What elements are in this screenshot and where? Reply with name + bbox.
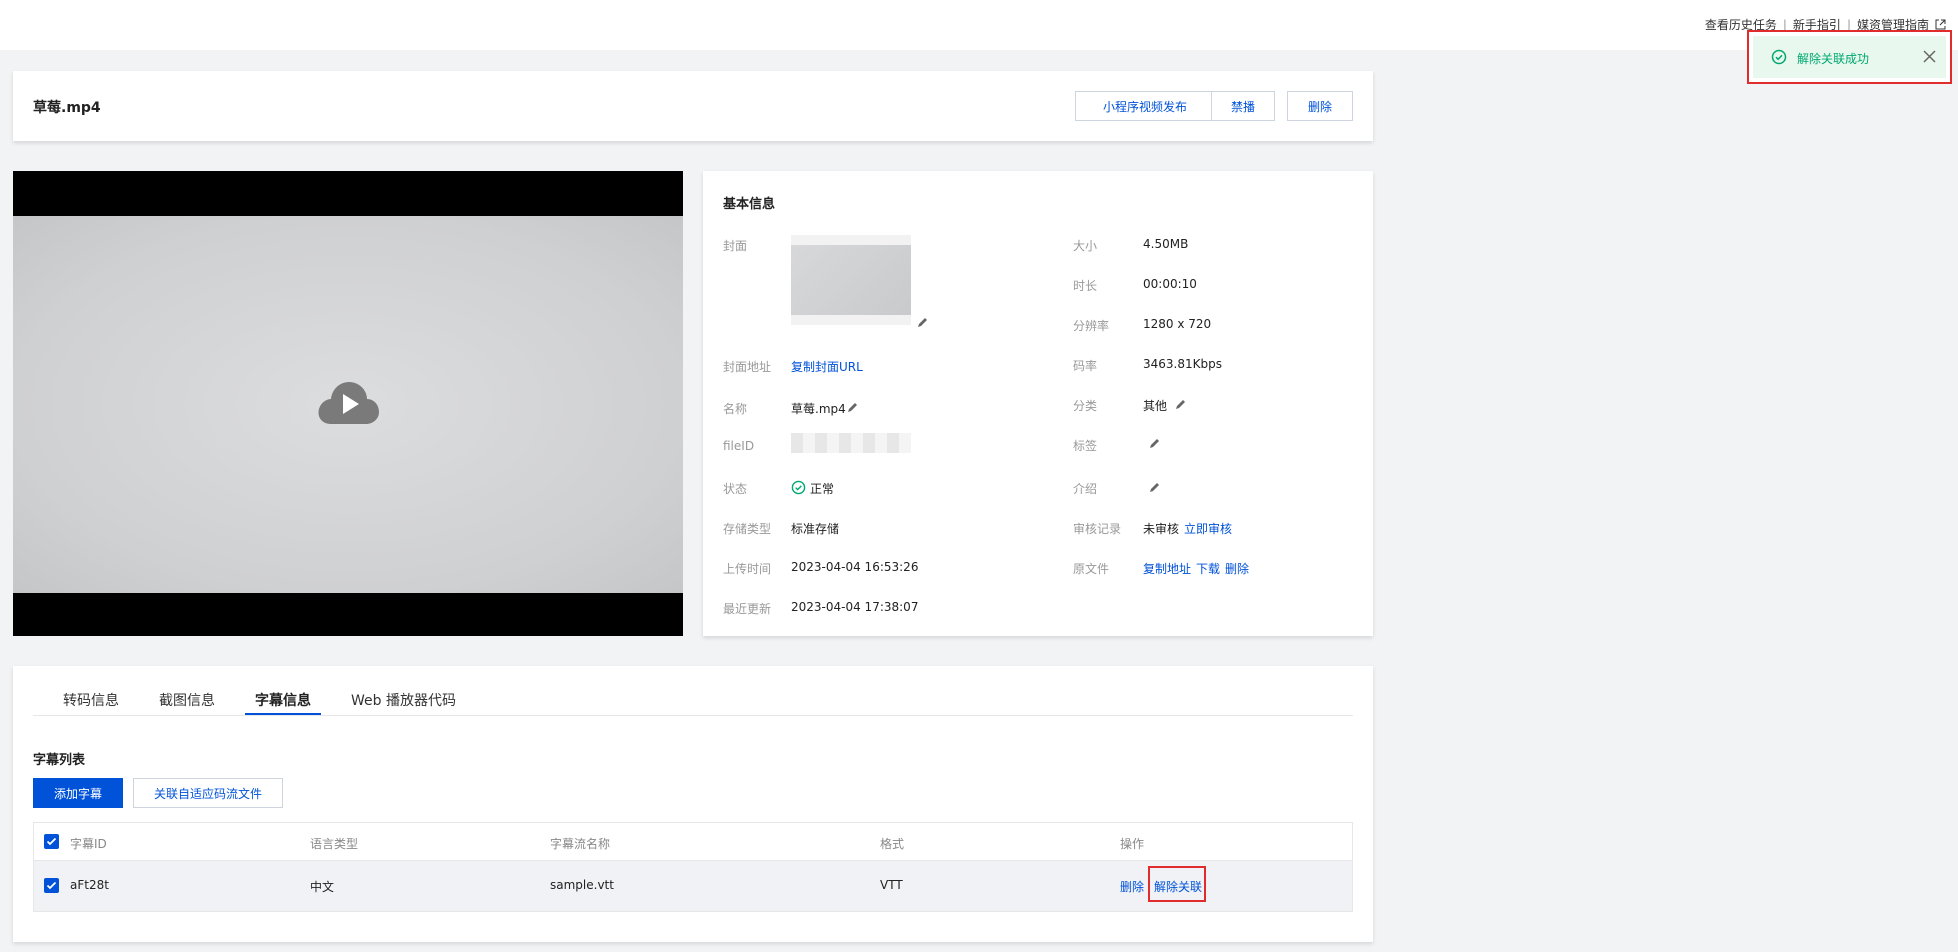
resolution-value: 1280 x 720 xyxy=(1143,317,1212,331)
bitrate-label: 码率 xyxy=(1073,359,1098,373)
upload-time-label: 上传时间 xyxy=(723,562,772,576)
column-header-actions: 操作 xyxy=(1120,837,1145,851)
stream-name-cell: sample.vtt xyxy=(550,878,614,892)
name-label: 名称 xyxy=(723,402,748,416)
toast-message: 解除关联成功 xyxy=(1797,52,1870,66)
column-header-subtitle-id: 字幕ID xyxy=(70,837,107,851)
status-value: 正常 xyxy=(810,482,835,496)
status-ok-icon xyxy=(791,480,806,495)
tabs-card: 转码信息 截图信息 字幕信息 Web 播放器代码 字幕列表 添加字幕 关联自适应… xyxy=(13,666,1373,942)
edit-name-icon[interactable] xyxy=(847,401,859,413)
bitrate-value: 3463.81Kbps xyxy=(1143,357,1222,371)
tab-web-player-code[interactable]: Web 播放器代码 xyxy=(351,690,456,710)
copy-source-link[interactable]: 复制地址 xyxy=(1143,560,1191,577)
tab-snapshot[interactable]: 截图信息 xyxy=(159,690,215,710)
name-value: 草莓.mp4 xyxy=(791,402,846,416)
toast-body: 解除关联成功 xyxy=(1753,36,1946,78)
check-circle-icon xyxy=(1771,49,1787,65)
status-label: 状态 xyxy=(723,482,748,496)
basic-info-title: 基本信息 xyxy=(723,197,776,212)
review-now-link[interactable]: 立即审核 xyxy=(1184,520,1232,537)
row-checkbox[interactable] xyxy=(44,878,59,893)
success-toast: 解除关联成功 xyxy=(1747,30,1952,84)
category-value: 其他 xyxy=(1143,399,1168,413)
table-header: 字幕ID 语言类型 字幕流名称 格式 操作 xyxy=(34,823,1352,861)
delete-subtitle-link[interactable]: 删除 xyxy=(1120,878,1144,895)
delete-media-button[interactable]: 删除 xyxy=(1287,91,1353,121)
add-subtitle-button[interactable]: 添加字幕 xyxy=(33,778,123,808)
media-header-card: 草莓.mp4 小程序视频发布 禁播 删除 xyxy=(13,71,1373,141)
subtitle-table: 字幕ID 语言类型 字幕流名称 格式 操作 aFt28t 中文 sample.v… xyxy=(33,822,1353,912)
download-source-link[interactable]: 下载 xyxy=(1196,560,1220,577)
ban-play-button[interactable]: 禁播 xyxy=(1211,91,1275,121)
tab-transcode[interactable]: 转码信息 xyxy=(63,690,119,710)
resolution-label: 分辨率 xyxy=(1073,319,1110,333)
last-update-label: 最近更新 xyxy=(723,602,772,616)
external-link-icon[interactable] xyxy=(1935,19,1946,30)
format-cell: VTT xyxy=(880,878,903,892)
mini-program-publish-button[interactable]: 小程序视频发布 xyxy=(1075,91,1215,121)
duration-value: 00:00:10 xyxy=(1143,277,1197,291)
subtitle-list-title: 字幕列表 xyxy=(33,753,86,768)
cover-url-label: 封面地址 xyxy=(723,360,772,374)
delete-source-link[interactable]: 删除 xyxy=(1225,560,1249,577)
source-file-label: 原文件 xyxy=(1073,562,1110,576)
tab-subtitle[interactable]: 字幕信息 xyxy=(255,690,311,710)
edit-category-icon[interactable] xyxy=(1175,398,1187,410)
tab-divider xyxy=(33,715,1353,716)
video-player[interactable] xyxy=(13,171,683,636)
storage-value: 标准存储 xyxy=(791,522,840,536)
subtitle-id-cell: aFt28t xyxy=(70,878,109,892)
edit-tags-icon[interactable] xyxy=(1149,437,1161,449)
intro-label: 介绍 xyxy=(1073,482,1098,496)
category-label: 分类 xyxy=(1073,399,1098,413)
edit-cover-icon[interactable] xyxy=(917,316,929,328)
review-value: 未审核 xyxy=(1143,522,1180,536)
table-row: aFt28t 中文 sample.vtt VTT 删除 解除关联 xyxy=(34,861,1352,911)
video-frame xyxy=(13,216,683,593)
language-cell: 中文 xyxy=(310,880,335,894)
unlink-subtitle-link[interactable]: 解除关联 xyxy=(1154,878,1202,895)
column-header-language: 语言类型 xyxy=(310,837,359,851)
duration-label: 时长 xyxy=(1073,279,1098,293)
fileid-label: fileID xyxy=(723,439,755,453)
tags-label: 标签 xyxy=(1073,439,1098,453)
copy-cover-url-link[interactable]: 复制封面URL xyxy=(791,358,863,375)
column-header-format: 格式 xyxy=(880,837,905,851)
select-all-checkbox[interactable] xyxy=(44,834,59,849)
page-title: 草莓.mp4 xyxy=(33,100,101,116)
cover-thumbnail xyxy=(791,235,911,325)
fileid-value-blurred xyxy=(791,433,911,453)
size-label: 大小 xyxy=(1073,239,1098,253)
storage-label: 存储类型 xyxy=(723,522,772,536)
column-header-stream-name: 字幕流名称 xyxy=(550,837,611,851)
size-value: 4.50MB xyxy=(1143,237,1189,251)
play-icon[interactable] xyxy=(317,380,379,426)
upload-time-value: 2023-04-04 16:53:26 xyxy=(791,560,919,574)
last-update-value: 2023-04-04 17:38:07 xyxy=(791,600,919,614)
top-bar: 查看历史任务 | 新手指引 | 媒资管理指南 xyxy=(0,0,1958,50)
review-label: 审核记录 xyxy=(1073,522,1122,536)
edit-intro-icon[interactable] xyxy=(1149,481,1161,493)
cover-label: 封面 xyxy=(723,239,748,253)
close-icon[interactable] xyxy=(1923,50,1936,63)
basic-info-card: 基本信息 封面 封面地址 复制封面URL 名称 草莓.mp4 fileID 状态… xyxy=(703,171,1373,636)
link-adaptive-stream-button[interactable]: 关联自适应码流文件 xyxy=(133,778,283,808)
